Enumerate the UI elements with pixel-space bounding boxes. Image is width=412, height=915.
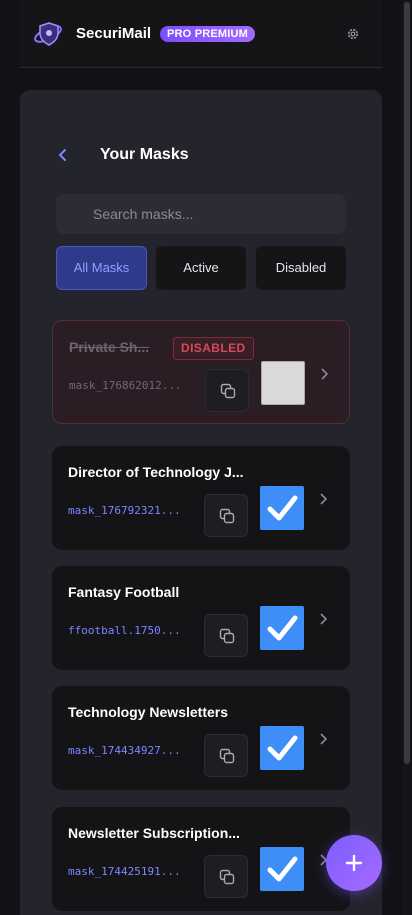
mask-card[interactable]: Newsletter Subscription... mask_17442519…	[52, 807, 350, 911]
check-icon	[267, 856, 298, 882]
copy-icon	[219, 869, 235, 885]
copy-button[interactable]	[204, 494, 248, 537]
back-icon[interactable]	[56, 146, 68, 164]
mask-name: Director of Technology J...	[68, 464, 244, 480]
copy-button[interactable]	[205, 369, 249, 412]
copy-icon	[219, 748, 235, 764]
mask-toggle-checkbox[interactable]	[260, 726, 304, 770]
app-brand: SecuriMail	[76, 25, 152, 42]
status-badge: DISABLED	[173, 337, 254, 360]
page-title: Your Masks	[100, 146, 189, 163]
mask-toggle-checkbox[interactable]	[260, 486, 304, 530]
copy-icon	[219, 628, 235, 644]
mask-toggle-checkbox[interactable]	[260, 847, 304, 891]
tab-all-masks[interactable]: All Masks	[56, 246, 147, 290]
mask-toggle-checkbox[interactable]	[261, 361, 305, 405]
mask-card[interactable]: Private Sh... DISABLED mask_176862012...	[52, 320, 350, 424]
copy-icon	[220, 383, 236, 399]
chevron-right-icon[interactable]	[319, 367, 329, 381]
check-icon	[267, 735, 298, 761]
mask-address: mask_176862012...	[69, 379, 182, 392]
tab-active[interactable]: Active	[156, 246, 246, 290]
mask-address: mask_174425191...	[68, 865, 181, 878]
gear-icon[interactable]	[346, 27, 360, 41]
pro-badge: PRO PREMIUM	[160, 26, 256, 42]
check-icon	[267, 615, 298, 641]
masks-panel: Your Masks All Masks Active Disabled Pri…	[20, 90, 382, 915]
mask-name: Fantasy Football	[68, 584, 180, 600]
check-icon	[267, 495, 298, 521]
chevron-right-icon[interactable]	[318, 732, 328, 746]
mask-name: Private Sh...	[69, 339, 150, 355]
top-bar: SecuriMail PRO PREMIUM	[20, 0, 382, 68]
app-frame: SecuriMail PRO PREMIUM Your Masks All Ma…	[20, 0, 382, 915]
mask-card[interactable]: Fantasy Football ffootball.1750...	[52, 566, 350, 670]
chevron-right-icon[interactable]	[318, 492, 328, 506]
mask-toggle-checkbox[interactable]	[260, 606, 304, 650]
copy-button[interactable]	[204, 855, 248, 898]
add-mask-button[interactable]	[326, 835, 382, 891]
mask-address: mask_176792321...	[68, 504, 181, 517]
mask-card[interactable]: Technology Newsletters mask_174434927...	[52, 686, 350, 790]
mask-card[interactable]: Director of Technology J... mask_1767923…	[52, 446, 350, 550]
copy-button[interactable]	[204, 614, 248, 657]
logo-icon	[34, 22, 62, 46]
search-input[interactable]	[56, 194, 346, 234]
scrollbar-thumb[interactable]	[404, 2, 410, 764]
copy-button[interactable]	[204, 734, 248, 777]
plus-icon	[345, 854, 363, 872]
mask-name: Newsletter Subscription...	[68, 825, 240, 841]
mask-name: Technology Newsletters	[68, 704, 229, 720]
copy-icon	[219, 508, 235, 524]
chevron-right-icon[interactable]	[318, 612, 328, 626]
tab-disabled[interactable]: Disabled	[256, 246, 346, 290]
mask-address: ffootball.1750...	[68, 624, 181, 637]
scrollbar[interactable]	[402, 0, 412, 915]
mask-address: mask_174434927...	[68, 744, 181, 757]
